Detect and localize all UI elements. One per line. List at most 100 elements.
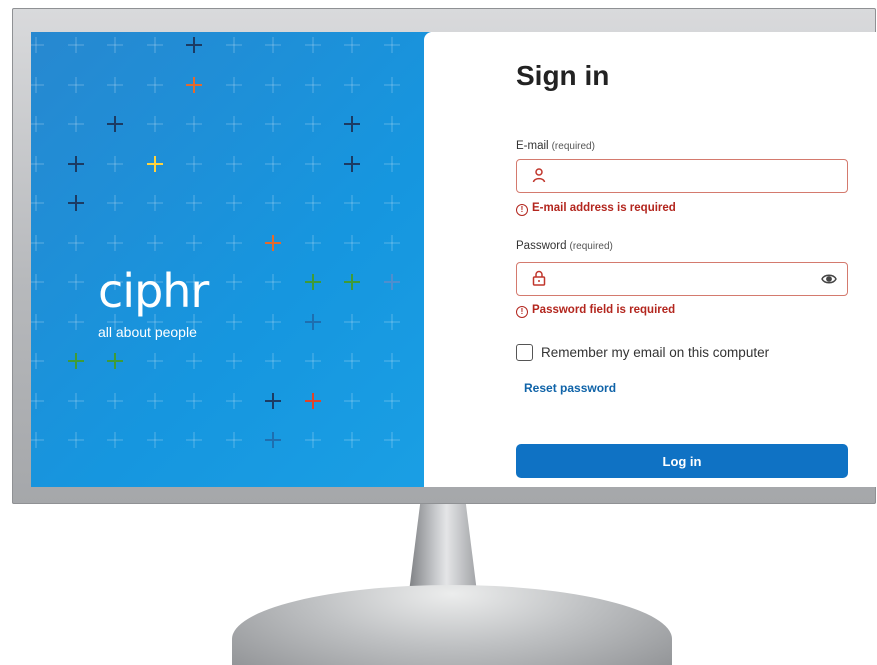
plus-mark: [225, 195, 242, 211]
plus-mark: [225, 155, 242, 172]
plus-mark: [225, 76, 242, 93]
plus-mark: [304, 37, 321, 53]
plus-mark: [344, 392, 360, 409]
plus-mark: [67, 353, 84, 369]
plus-mark: [225, 353, 242, 369]
remember-label[interactable]: Remember my email on this computer: [541, 345, 769, 360]
plus-mark: [304, 353, 321, 369]
plus-mark: [31, 234, 44, 251]
plus-mark: [265, 37, 281, 53]
plus-mark: [344, 274, 360, 290]
plus-mark: [186, 76, 202, 93]
plus-mark: [304, 313, 321, 330]
plus-mark: [31, 37, 44, 53]
plus-mark: [383, 353, 400, 369]
email-label: E-mail (required): [516, 140, 595, 152]
plus-mark: [107, 76, 123, 93]
plus-mark: [383, 37, 400, 53]
plus-mark: [225, 116, 242, 132]
show-password-eye-icon[interactable]: [821, 272, 837, 286]
plus-mark: [225, 313, 242, 330]
error-icon: !: [516, 204, 528, 216]
plus-mark: [383, 313, 400, 330]
plus-mark: [225, 274, 242, 290]
plus-mark: [186, 392, 202, 409]
monitor-illustration: ciphr all about people Sign in E-mail (re…: [0, 0, 877, 665]
email-required-note: (required): [551, 141, 595, 152]
plus-mark: [383, 195, 400, 211]
plus-mark: [67, 116, 84, 132]
email-label-text: E-mail: [516, 140, 549, 152]
plus-mark: [31, 432, 44, 448]
plus-mark: [383, 392, 400, 409]
plus-mark: [265, 392, 281, 409]
plus-mark: [67, 274, 84, 290]
plus-mark: [225, 392, 242, 409]
email-field[interactable]: [516, 159, 848, 193]
plus-mark: [146, 392, 163, 409]
lock-icon: [532, 270, 546, 286]
plus-mark: [107, 234, 123, 251]
plus-mark: [304, 76, 321, 93]
plus-mark: [146, 155, 163, 172]
plus-mark: [31, 353, 44, 369]
plus-mark: [383, 274, 400, 290]
plus-mark: [107, 37, 123, 53]
plus-mark: [67, 155, 84, 172]
password-field[interactable]: [516, 262, 848, 296]
plus-mark: [186, 155, 202, 172]
page-title: Sign in: [516, 60, 610, 91]
plus-mark: [67, 432, 84, 448]
plus-mark: [304, 432, 321, 448]
plus-mark: [146, 195, 163, 211]
plus-mark: [186, 195, 202, 211]
plus-mark: [31, 155, 44, 172]
reset-password-link[interactable]: Reset password: [524, 381, 616, 395]
plus-mark: [186, 353, 202, 369]
plus-mark: [304, 274, 321, 290]
plus-mark: [107, 353, 123, 369]
plus-mark: [265, 76, 281, 93]
plus-mark: [186, 116, 202, 132]
plus-mark: [304, 392, 321, 409]
password-error: ! Password field is required: [516, 304, 675, 318]
plus-mark: [225, 234, 242, 251]
plus-mark: [67, 313, 84, 330]
error-icon: !: [516, 306, 528, 318]
plus-mark: [67, 195, 84, 211]
plus-mark: [344, 195, 360, 211]
plus-mark: [383, 234, 400, 251]
plus-mark: [265, 234, 281, 251]
plus-mark: [225, 37, 242, 53]
brand-panel: ciphr all about people: [31, 32, 431, 487]
plus-pattern: [31, 32, 431, 487]
plus-mark: [186, 432, 202, 448]
plus-mark: [304, 155, 321, 172]
plus-mark: [383, 432, 400, 448]
email-error: ! E-mail address is required: [516, 202, 676, 216]
plus-mark: [383, 76, 400, 93]
plus-mark: [107, 432, 123, 448]
plus-mark: [31, 76, 44, 93]
plus-mark: [383, 116, 400, 132]
plus-mark: [265, 195, 281, 211]
plus-mark: [265, 432, 281, 448]
password-error-text: Password field is required: [532, 304, 676, 316]
plus-mark: [344, 234, 360, 251]
plus-mark: [31, 274, 44, 290]
plus-mark: [344, 37, 360, 53]
plus-mark: [67, 392, 84, 409]
user-icon: [532, 168, 546, 183]
log-in-button[interactable]: Log in: [516, 444, 848, 478]
plus-mark: [265, 155, 281, 172]
brand-tagline: all about people: [98, 324, 197, 340]
remember-checkbox[interactable]: [516, 343, 533, 361]
plus-mark: [107, 195, 123, 211]
plus-mark: [107, 392, 123, 409]
plus-mark: [304, 116, 321, 132]
plus-mark: [265, 353, 281, 369]
plus-mark: [107, 116, 123, 132]
plus-mark: [31, 313, 44, 330]
plus-mark: [265, 313, 281, 330]
plus-mark: [344, 432, 360, 448]
